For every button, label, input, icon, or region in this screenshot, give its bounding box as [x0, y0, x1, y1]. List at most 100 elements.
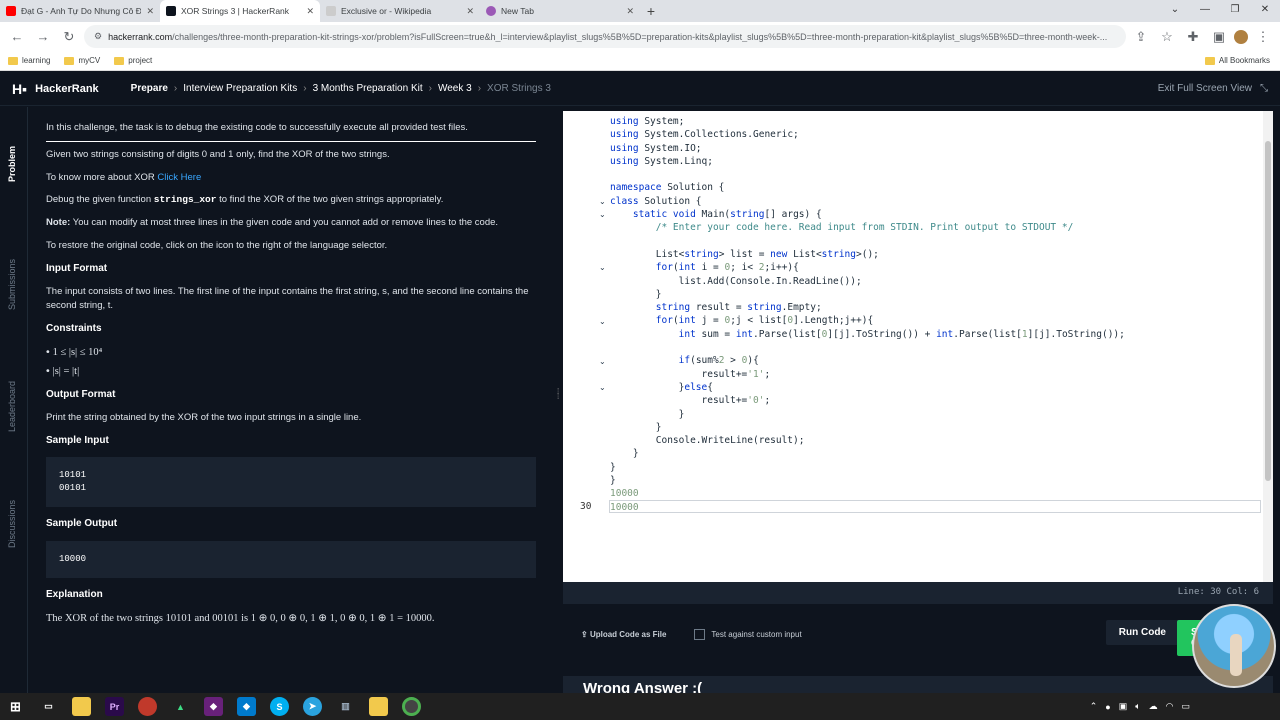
tab-title: XOR Strings 3 | HackerRank [181, 6, 290, 16]
fold-arrow-icon[interactable]: ⌄ [599, 383, 606, 392]
close-icon[interactable]: ✕ [626, 6, 634, 17]
problem-text: Given two strings consisting of digits 0… [46, 148, 390, 160]
hackerrank-header: H▪ HackerRank Prepare › Interview Prepara… [0, 72, 1280, 106]
share-icon[interactable]: ⇪ [1130, 29, 1152, 45]
tab-discussions[interactable]: Discussions [7, 500, 17, 548]
sample-input-heading: Sample Input [46, 434, 109, 446]
chrome-icon[interactable] [402, 697, 421, 716]
skype-icon[interactable]: S [270, 697, 289, 716]
minimize-icon[interactable]: — [1190, 0, 1220, 22]
brand-name[interactable]: HackerRank [35, 83, 99, 95]
sidepanel-icon[interactable]: ▣ [1208, 29, 1230, 45]
fold-arrow-icon[interactable]: ⌄ [599, 263, 606, 272]
forward-icon[interactable]: → [32, 29, 54, 44]
close-icon[interactable]: ✕ [146, 6, 154, 17]
browser-tab[interactable]: New Tab ✕ [480, 0, 640, 22]
fold-arrow-icon[interactable]: ⌄ [599, 210, 606, 219]
wifi-icon[interactable]: ◠ [1166, 701, 1174, 712]
fold-arrow-icon[interactable]: ⌄ [599, 317, 606, 326]
close-icon[interactable]: ✕ [306, 6, 314, 17]
run-code-button[interactable]: Run Code [1105, 620, 1179, 645]
new-tab-button[interactable]: + [640, 0, 662, 22]
fold-arrow-icon[interactable]: ⌄ [599, 357, 606, 366]
sample-output-heading: Sample Output [46, 518, 118, 530]
upload-label: Upload Code as File [589, 629, 667, 639]
bookmark-folder[interactable]: myCV [64, 56, 100, 65]
code-editor[interactable]: using System; using System.Collections.G… [563, 111, 1273, 582]
extensions-icon[interactable]: ✚ [1182, 29, 1204, 45]
sidebar: Problem Submissions Leaderboard Discussi… [0, 107, 28, 693]
reload-icon[interactable]: ↻ [58, 29, 80, 45]
drag-handle-icon[interactable]: ⁞ ⁞ [557, 388, 559, 401]
folder-icon [1204, 56, 1215, 65]
fold-arrow-icon[interactable]: ⌄ [599, 197, 606, 206]
chevron-right-icon: › [303, 83, 307, 94]
device-icon[interactable]: ▣ [1119, 701, 1128, 712]
panel-splitter[interactable]: ⁞ ⁞ [556, 107, 563, 693]
site-info-icon[interactable]: ⚙ [94, 31, 102, 42]
bookmarks-bar: learning myCV project All Bookmarks [0, 51, 1280, 71]
android-studio-icon[interactable]: ▲ [171, 697, 190, 716]
crumb-kit[interactable]: 3 Months Preparation Kit [313, 83, 423, 94]
tab-search-icon[interactable]: ⌄ [1160, 0, 1190, 22]
microphone-icon[interactable]: ● [1105, 702, 1110, 712]
tab-submissions[interactable]: Submissions [7, 259, 17, 310]
bookmark-folder[interactable]: project [114, 56, 152, 65]
maximize-icon[interactable]: ❐ [1220, 0, 1250, 22]
app-icon[interactable] [138, 697, 157, 716]
text: Debug the given function [46, 194, 154, 206]
menu-icon[interactable]: ⋮ [1252, 29, 1274, 45]
text: To know more about XOR [46, 171, 158, 183]
editor-scrollbar[interactable] [1263, 111, 1273, 582]
close-window-icon[interactable]: ✕ [1250, 0, 1280, 22]
problem-text: To restore the original code, click on t… [46, 239, 388, 251]
constraints-list: 1 ≤ |s| ≤ 10⁴ |s| = |t| [46, 345, 536, 379]
crumb-prepare[interactable]: Prepare [131, 83, 168, 94]
address-bar-row: ← → ↻ ⚙ hackerrank.com/challenges/three-… [0, 22, 1280, 51]
vscode-icon[interactable]: ◆ [237, 697, 256, 716]
custom-input-toggle[interactable]: Test against custom input [694, 628, 802, 640]
back-icon[interactable]: ← [6, 29, 28, 44]
sticky-notes-icon[interactable] [369, 697, 388, 716]
checkbox[interactable] [694, 628, 706, 640]
browser-tab[interactable]: Exclusive or - Wikipedia ✕ [320, 0, 480, 22]
bookmark-star-icon[interactable]: ☆ [1156, 29, 1178, 45]
sql-server-icon[interactable]: ▥ [336, 697, 355, 716]
close-icon[interactable]: ✕ [466, 6, 474, 17]
code-text[interactable]: using System; using System.Collections.G… [610, 115, 1125, 514]
problem-text: To know more about XOR Click Here [46, 171, 536, 185]
upload-button[interactable]: ⇪ Upload Code as File [581, 630, 666, 639]
tab-problem[interactable]: Problem [7, 146, 17, 182]
telegram-icon[interactable]: ➤ [303, 697, 322, 716]
battery-icon[interactable]: ▭ [1181, 701, 1190, 712]
window-controls: ⌄ — ❐ ✕ [1160, 0, 1280, 22]
hackerrank-logo-icon[interactable]: H▪ [12, 81, 27, 97]
all-bookmarks[interactable]: All Bookmarks [1204, 56, 1270, 65]
chevron-up-icon[interactable]: ⌃ [1090, 701, 1098, 712]
folder-icon [8, 56, 18, 65]
input-format-heading: Input Format [46, 262, 108, 274]
premiere-icon[interactable]: Pr [105, 697, 124, 716]
cloud-icon[interactable]: ☁ [1149, 701, 1158, 712]
exit-fullscreen[interactable]: Exit Full Screen View ⤡ [1158, 83, 1268, 94]
crumb-week[interactable]: Week 3 [438, 83, 472, 94]
volume-icon[interactable]: 🔈︎ [1135, 701, 1140, 712]
collapse-icon: ⤡ [1260, 83, 1268, 94]
url-field[interactable]: ⚙ hackerrank.com/challenges/three-month-… [84, 25, 1126, 48]
xor-link[interactable]: Click Here [157, 172, 201, 183]
visual-studio-icon[interactable]: ◆ [204, 697, 223, 716]
all-bookmarks-label: All Bookmarks [1218, 56, 1270, 65]
bookmark-folder[interactable]: learning [8, 56, 50, 65]
windows-start-icon[interactable]: ⊞ [6, 697, 25, 716]
avatar[interactable] [1234, 29, 1248, 44]
browser-tab[interactable]: XOR Strings 3 | HackerRank ✕ [160, 0, 320, 22]
crumb-kits[interactable]: Interview Preparation Kits [183, 83, 297, 94]
scrollbar-thumb[interactable] [1265, 141, 1271, 481]
intro-text: In this challenge, the task is to debug … [46, 121, 536, 142]
explanation-heading: Explanation [46, 588, 103, 600]
browser-tab[interactable]: Đạt G - Anh Tự Do Nhưng Cô Đơn ✕ [0, 0, 160, 22]
tab-leaderboard[interactable]: Leaderboard [7, 381, 17, 432]
task-view-icon[interactable]: ▭ [39, 697, 58, 716]
file-explorer-icon[interactable] [72, 697, 91, 716]
note-label: Note: [46, 217, 71, 229]
